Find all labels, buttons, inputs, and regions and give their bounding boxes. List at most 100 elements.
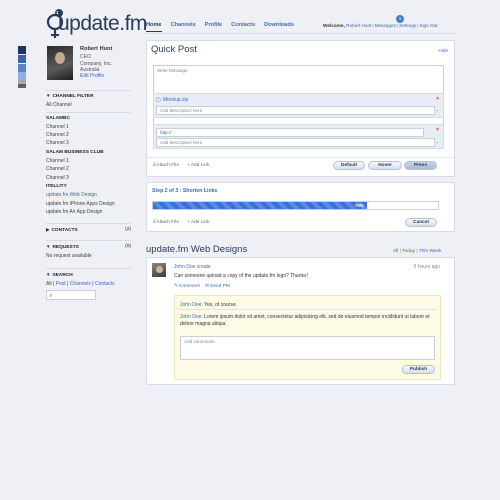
attach-file-button[interactable]: ∂Attach File (153, 220, 179, 225)
reply-item: John Doe: Yes, of course. (180, 302, 237, 308)
shorten-step-title: Step 2 of 3 : Shorten Links (152, 188, 218, 194)
post-action: create (196, 264, 211, 270)
swatch-1[interactable] (18, 46, 26, 54)
swatch-2[interactable] (18, 55, 26, 63)
requests-heading[interactable]: ▼ REQUESTS (0) (46, 243, 131, 252)
nav-channels[interactable]: Channels (171, 22, 196, 32)
search-filter-all[interactable]: All (46, 281, 52, 287)
attach-file-label: Attach File (156, 220, 180, 225)
progress-fill: 75% (153, 202, 367, 209)
post-author-link[interactable]: John Doe (174, 264, 195, 270)
comment-icon: ✎ (174, 284, 179, 289)
remove-attachment-icon[interactable]: × (436, 96, 439, 102)
add-link-label: Add Link (190, 220, 210, 225)
swatch-6[interactable] (18, 84, 26, 88)
attach-file-button[interactable]: ∂Attach File (153, 163, 179, 168)
sidebar-divider (46, 240, 131, 241)
send-pm-button[interactable]: ✉Send PM (205, 284, 230, 289)
group-title-itellity: ITELLITY (46, 183, 67, 189)
profile-name: Robert Hunt (80, 46, 113, 52)
default-button[interactable]: Default (333, 161, 365, 170)
sidebar-item-channel[interactable]: Channel 1 (46, 123, 131, 131)
search-icon: ⌕ (49, 292, 53, 299)
settings-link[interactable]: Settings (399, 23, 416, 28)
channel-filter-heading[interactable]: ▼ CHANNEL FILTER (46, 92, 131, 101)
post-header: John Doe create (174, 264, 211, 270)
sidebar-item-all-channel[interactable]: All Channel (46, 101, 131, 109)
chevron-down-icon[interactable]: ⌄ (435, 107, 439, 113)
post-time: 5 hours ago (413, 264, 440, 270)
search-filter-contacts[interactable]: Contacts (95, 281, 115, 287)
add-link-button[interactable]: +Add Link (187, 163, 209, 168)
sidebar-item-channel[interactable]: Channel 2 (46, 131, 131, 139)
link-url-input[interactable]: http:// (156, 128, 424, 137)
collapse-icon: ▼ (46, 244, 51, 249)
search-label: SEARCH (52, 273, 73, 278)
nav-downloads[interactable]: Downloads (264, 22, 294, 32)
feed-filter-today[interactable]: Today (402, 249, 415, 254)
sidebar-item-channel[interactable]: Channel 3 (46, 174, 131, 182)
link-description-input[interactable]: Add description here (156, 138, 435, 147)
remove-link-icon[interactable]: × (436, 127, 439, 133)
search-filters: All | Post | Channels | Contacts (46, 281, 115, 288)
add-link-button[interactable]: +Add Link (187, 220, 209, 225)
sidebar-item-channel[interactable]: update.fm iPhone Apps Design (46, 200, 131, 208)
quick-post-title: Quick Post (151, 44, 197, 55)
reply-author-link[interactable]: John Doe (180, 302, 201, 308)
comment-button[interactable]: ✎Comment (174, 284, 200, 289)
attachment-filename[interactable]: Mockup.zip (163, 97, 188, 103)
sidebar-item-selected[interactable]: update.fm Web Design (46, 191, 131, 199)
cancel-button[interactable]: Cancel (405, 218, 437, 227)
toolbar-divider (147, 157, 454, 158)
press-button[interactable]: Press (404, 161, 437, 170)
feed-filter-all[interactable]: All (393, 249, 398, 254)
signout-link[interactable]: Sign Out (419, 23, 437, 28)
sidebar-item-channel[interactable]: Channel 3 (46, 139, 131, 147)
hover-button[interactable]: Hover (368, 161, 402, 170)
sidebar-divider (46, 111, 131, 113)
nav-divider (146, 33, 455, 34)
collapse-icon: ▼ (46, 272, 51, 277)
add-comment-textarea[interactable]: Add comments (180, 336, 435, 360)
file-icon: ▢ (156, 97, 161, 103)
search-filter-post[interactable]: Post (56, 281, 66, 287)
plus-icon: + (187, 220, 190, 225)
attachment-description-input[interactable]: Add description here (156, 106, 435, 115)
feed-filter-this-week[interactable]: This Week (419, 249, 442, 254)
swatch-3[interactable] (18, 64, 26, 72)
profile-avatar (47, 46, 73, 80)
profile-info: Robert Hunt CEO Company, Inc. Australia … (80, 45, 112, 79)
search-filter-channels[interactable]: Channels (70, 281, 91, 287)
reply-text: : Lorem ipsum dolor sit amet, consectetu… (180, 314, 430, 327)
contacts-section[interactable]: ▶ CONTACTS (2) (46, 226, 131, 235)
nav-contacts[interactable]: Contacts (231, 22, 255, 32)
reply-text: : Yes, of course. (201, 302, 237, 308)
reply-divider (180, 309, 437, 310)
nav-profile[interactable]: Profile (205, 22, 222, 32)
search-heading[interactable]: ▼ SEARCH (46, 271, 131, 280)
hide-link[interactable]: Hide (439, 48, 448, 53)
sidebar-divider (46, 90, 131, 91)
sidebar-item-channel[interactable]: update.fm Air App Design (46, 208, 131, 216)
sidebar-item-channel[interactable]: Channel 1 (46, 157, 131, 165)
reply-author-link[interactable]: John Doe (180, 314, 201, 320)
edit-profile-link[interactable]: Edit Profile (80, 73, 112, 79)
sidebar-divider (46, 223, 131, 224)
search-section: ▼ SEARCH All | Post | Channels | Contacts… (46, 271, 131, 300)
channel-filter-label: CHANNEL FILTER (52, 94, 94, 99)
comment-label: Comment (179, 284, 200, 289)
profile-role: CEO (80, 54, 91, 60)
requests-empty-text: No request available (46, 253, 92, 260)
user-name-link[interactable]: Robert Hunt (346, 23, 371, 28)
add-link-label: Add Link (190, 163, 210, 168)
swatch-4[interactable] (18, 72, 26, 80)
nav-home[interactable]: Home (146, 22, 162, 32)
feed-post: John Doe create 5 hours ago Can someone … (146, 257, 455, 385)
sidebar-item-channel[interactable]: Channel 2 (46, 165, 131, 173)
publish-button[interactable]: Publish (402, 365, 435, 374)
search-input[interactable]: ⌕ (46, 289, 96, 300)
chevron-down-icon[interactable]: ⌄ (435, 139, 439, 145)
messages-link[interactable]: Messages (375, 23, 396, 28)
logo-text: update.fm (58, 12, 147, 35)
requests-section: ▼ REQUESTS (0) No request available (46, 243, 131, 261)
